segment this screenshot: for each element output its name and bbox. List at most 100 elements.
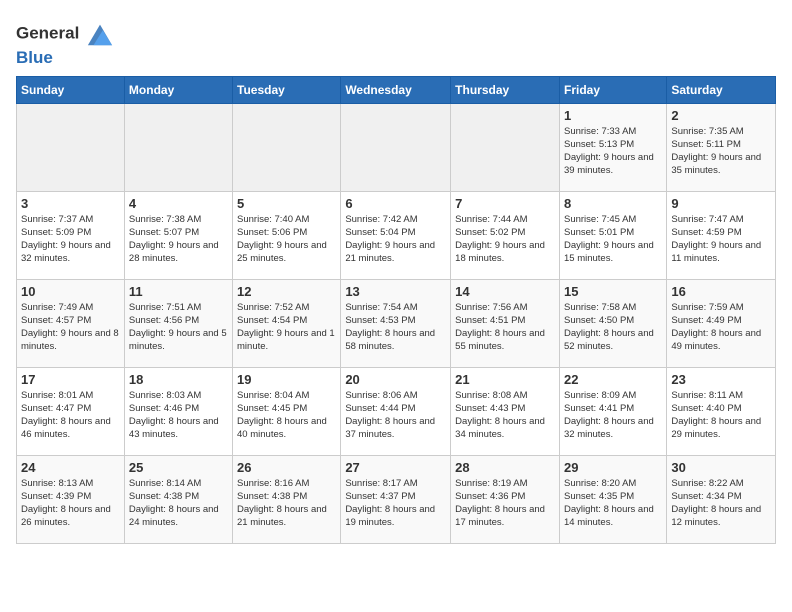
day-cell: 2 Sunrise: 7:35 AM Sunset: 5:11 PM Daylig… [667, 103, 776, 191]
day-cell [451, 103, 560, 191]
week-row-1: 1 Sunrise: 7:33 AM Sunset: 5:13 PM Daylig… [17, 103, 776, 191]
column-header-monday: Monday [124, 76, 232, 103]
day-number: 12 [237, 284, 336, 299]
day-cell: 16 Sunrise: 7:59 AM Sunset: 4:49 PM Dayli… [667, 279, 776, 367]
day-number: 23 [671, 372, 771, 387]
day-info: Sunrise: 8:14 AM Sunset: 4:38 PM Dayligh… [129, 477, 228, 530]
day-number: 14 [455, 284, 555, 299]
day-cell: 6 Sunrise: 7:42 AM Sunset: 5:04 PM Daylig… [341, 191, 451, 279]
day-info: Sunrise: 7:40 AM Sunset: 5:06 PM Dayligh… [237, 213, 336, 266]
day-number: 29 [564, 460, 662, 475]
day-cell: 4 Sunrise: 7:38 AM Sunset: 5:07 PM Daylig… [124, 191, 232, 279]
day-info: Sunrise: 7:56 AM Sunset: 4:51 PM Dayligh… [455, 301, 555, 354]
day-cell: 1 Sunrise: 7:33 AM Sunset: 5:13 PM Daylig… [559, 103, 666, 191]
column-header-saturday: Saturday [667, 76, 776, 103]
day-number: 13 [345, 284, 446, 299]
day-number: 10 [21, 284, 120, 299]
day-info: Sunrise: 8:03 AM Sunset: 4:46 PM Dayligh… [129, 389, 228, 442]
day-cell: 14 Sunrise: 7:56 AM Sunset: 4:51 PM Dayli… [451, 279, 560, 367]
day-info: Sunrise: 7:35 AM Sunset: 5:11 PM Dayligh… [671, 125, 771, 178]
day-cell [124, 103, 232, 191]
day-info: Sunrise: 8:11 AM Sunset: 4:40 PM Dayligh… [671, 389, 771, 442]
day-number: 4 [129, 196, 228, 211]
day-info: Sunrise: 7:54 AM Sunset: 4:53 PM Dayligh… [345, 301, 446, 354]
day-info: Sunrise: 8:08 AM Sunset: 4:43 PM Dayligh… [455, 389, 555, 442]
day-info: Sunrise: 7:52 AM Sunset: 4:54 PM Dayligh… [237, 301, 336, 354]
day-cell: 20 Sunrise: 8:06 AM Sunset: 4:44 PM Dayli… [341, 367, 451, 455]
logo: General Blue [16, 20, 114, 68]
day-info: Sunrise: 8:06 AM Sunset: 4:44 PM Dayligh… [345, 389, 446, 442]
calendar-body: 1 Sunrise: 7:33 AM Sunset: 5:13 PM Daylig… [17, 103, 776, 543]
day-number: 18 [129, 372, 228, 387]
week-row-4: 17 Sunrise: 8:01 AM Sunset: 4:47 PM Dayli… [17, 367, 776, 455]
day-number: 15 [564, 284, 662, 299]
day-number: 21 [455, 372, 555, 387]
day-number: 11 [129, 284, 228, 299]
day-info: Sunrise: 7:42 AM Sunset: 5:04 PM Dayligh… [345, 213, 446, 266]
week-row-3: 10 Sunrise: 7:49 AM Sunset: 4:57 PM Dayli… [17, 279, 776, 367]
day-cell: 7 Sunrise: 7:44 AM Sunset: 5:02 PM Daylig… [451, 191, 560, 279]
column-headers: SundayMondayTuesdayWednesdayThursdayFrid… [17, 76, 776, 103]
day-cell [233, 103, 341, 191]
day-cell: 9Sunrise: 7:47 AM Sunset: 4:59 PM Daylig… [667, 191, 776, 279]
day-number: 9 [671, 196, 771, 211]
day-info: Sunrise: 8:19 AM Sunset: 4:36 PM Dayligh… [455, 477, 555, 530]
day-number: 7 [455, 196, 555, 211]
column-header-sunday: Sunday [17, 76, 125, 103]
day-number: 16 [671, 284, 771, 299]
day-number: 20 [345, 372, 446, 387]
week-row-5: 24Sunrise: 8:13 AM Sunset: 4:39 PM Dayli… [17, 455, 776, 543]
day-number: 30 [671, 460, 771, 475]
day-number: 5 [237, 196, 336, 211]
day-info: Sunrise: 7:44 AM Sunset: 5:02 PM Dayligh… [455, 213, 555, 266]
day-info: Sunrise: 7:38 AM Sunset: 5:07 PM Dayligh… [129, 213, 228, 266]
day-cell: 25Sunrise: 8:14 AM Sunset: 4:38 PM Dayli… [124, 455, 232, 543]
calendar-table: SundayMondayTuesdayWednesdayThursdayFrid… [16, 76, 776, 544]
day-cell: 5 Sunrise: 7:40 AM Sunset: 5:06 PM Daylig… [233, 191, 341, 279]
day-cell: 18 Sunrise: 8:03 AM Sunset: 4:46 PM Dayli… [124, 367, 232, 455]
column-header-friday: Friday [559, 76, 666, 103]
day-number: 22 [564, 372, 662, 387]
day-number: 8 [564, 196, 662, 211]
day-info: Sunrise: 7:59 AM Sunset: 4:49 PM Dayligh… [671, 301, 771, 354]
day-cell: 17 Sunrise: 8:01 AM Sunset: 4:47 PM Dayli… [17, 367, 125, 455]
day-info: Sunrise: 7:51 AM Sunset: 4:56 PM Dayligh… [129, 301, 228, 354]
day-cell: 8Sunrise: 7:45 AM Sunset: 5:01 PM Daylig… [559, 191, 666, 279]
day-info: Sunrise: 7:33 AM Sunset: 5:13 PM Dayligh… [564, 125, 662, 178]
day-info: Sunrise: 8:22 AM Sunset: 4:34 PM Dayligh… [671, 477, 771, 530]
column-header-wednesday: Wednesday [341, 76, 451, 103]
day-number: 2 [671, 108, 771, 123]
column-header-thursday: Thursday [451, 76, 560, 103]
day-number: 19 [237, 372, 336, 387]
day-info: Sunrise: 8:09 AM Sunset: 4:41 PM Dayligh… [564, 389, 662, 442]
day-number: 3 [21, 196, 120, 211]
day-info: Sunrise: 8:01 AM Sunset: 4:47 PM Dayligh… [21, 389, 120, 442]
day-info: Sunrise: 8:16 AM Sunset: 4:38 PM Dayligh… [237, 477, 336, 530]
day-cell: 27Sunrise: 8:17 AM Sunset: 4:37 PM Dayli… [341, 455, 451, 543]
logo-blue: Blue [16, 48, 114, 68]
day-cell: 26 Sunrise: 8:16 AM Sunset: 4:38 PM Dayli… [233, 455, 341, 543]
week-row-2: 3Sunrise: 7:37 AM Sunset: 5:09 PM Daylig… [17, 191, 776, 279]
day-cell: 19 Sunrise: 8:04 AM Sunset: 4:45 PM Dayli… [233, 367, 341, 455]
day-number: 17 [21, 372, 120, 387]
day-cell: 11 Sunrise: 7:51 AM Sunset: 4:56 PM Dayli… [124, 279, 232, 367]
day-cell [17, 103, 125, 191]
day-number: 6 [345, 196, 446, 211]
logo-general: General [16, 20, 114, 48]
day-info: Sunrise: 8:20 AM Sunset: 4:35 PM Dayligh… [564, 477, 662, 530]
day-cell: 30 Sunrise: 8:22 AM Sunset: 4:34 PM Dayli… [667, 455, 776, 543]
day-info: Sunrise: 7:49 AM Sunset: 4:57 PM Dayligh… [21, 301, 120, 354]
page-header: General Blue [16, 16, 776, 68]
day-number: 26 [237, 460, 336, 475]
day-number: 27 [345, 460, 446, 475]
day-info: Sunrise: 8:04 AM Sunset: 4:45 PM Dayligh… [237, 389, 336, 442]
day-cell: 23 Sunrise: 8:11 AM Sunset: 4:40 PM Dayli… [667, 367, 776, 455]
day-number: 1 [564, 108, 662, 123]
day-cell: 29 Sunrise: 8:20 AM Sunset: 4:35 PM Dayli… [559, 455, 666, 543]
day-number: 28 [455, 460, 555, 475]
day-cell: 21 Sunrise: 8:08 AM Sunset: 4:43 PM Dayli… [451, 367, 560, 455]
day-number: 24 [21, 460, 120, 475]
day-cell: 3Sunrise: 7:37 AM Sunset: 5:09 PM Daylig… [17, 191, 125, 279]
day-cell: 28 Sunrise: 8:19 AM Sunset: 4:36 PM Dayli… [451, 455, 560, 543]
day-cell [341, 103, 451, 191]
